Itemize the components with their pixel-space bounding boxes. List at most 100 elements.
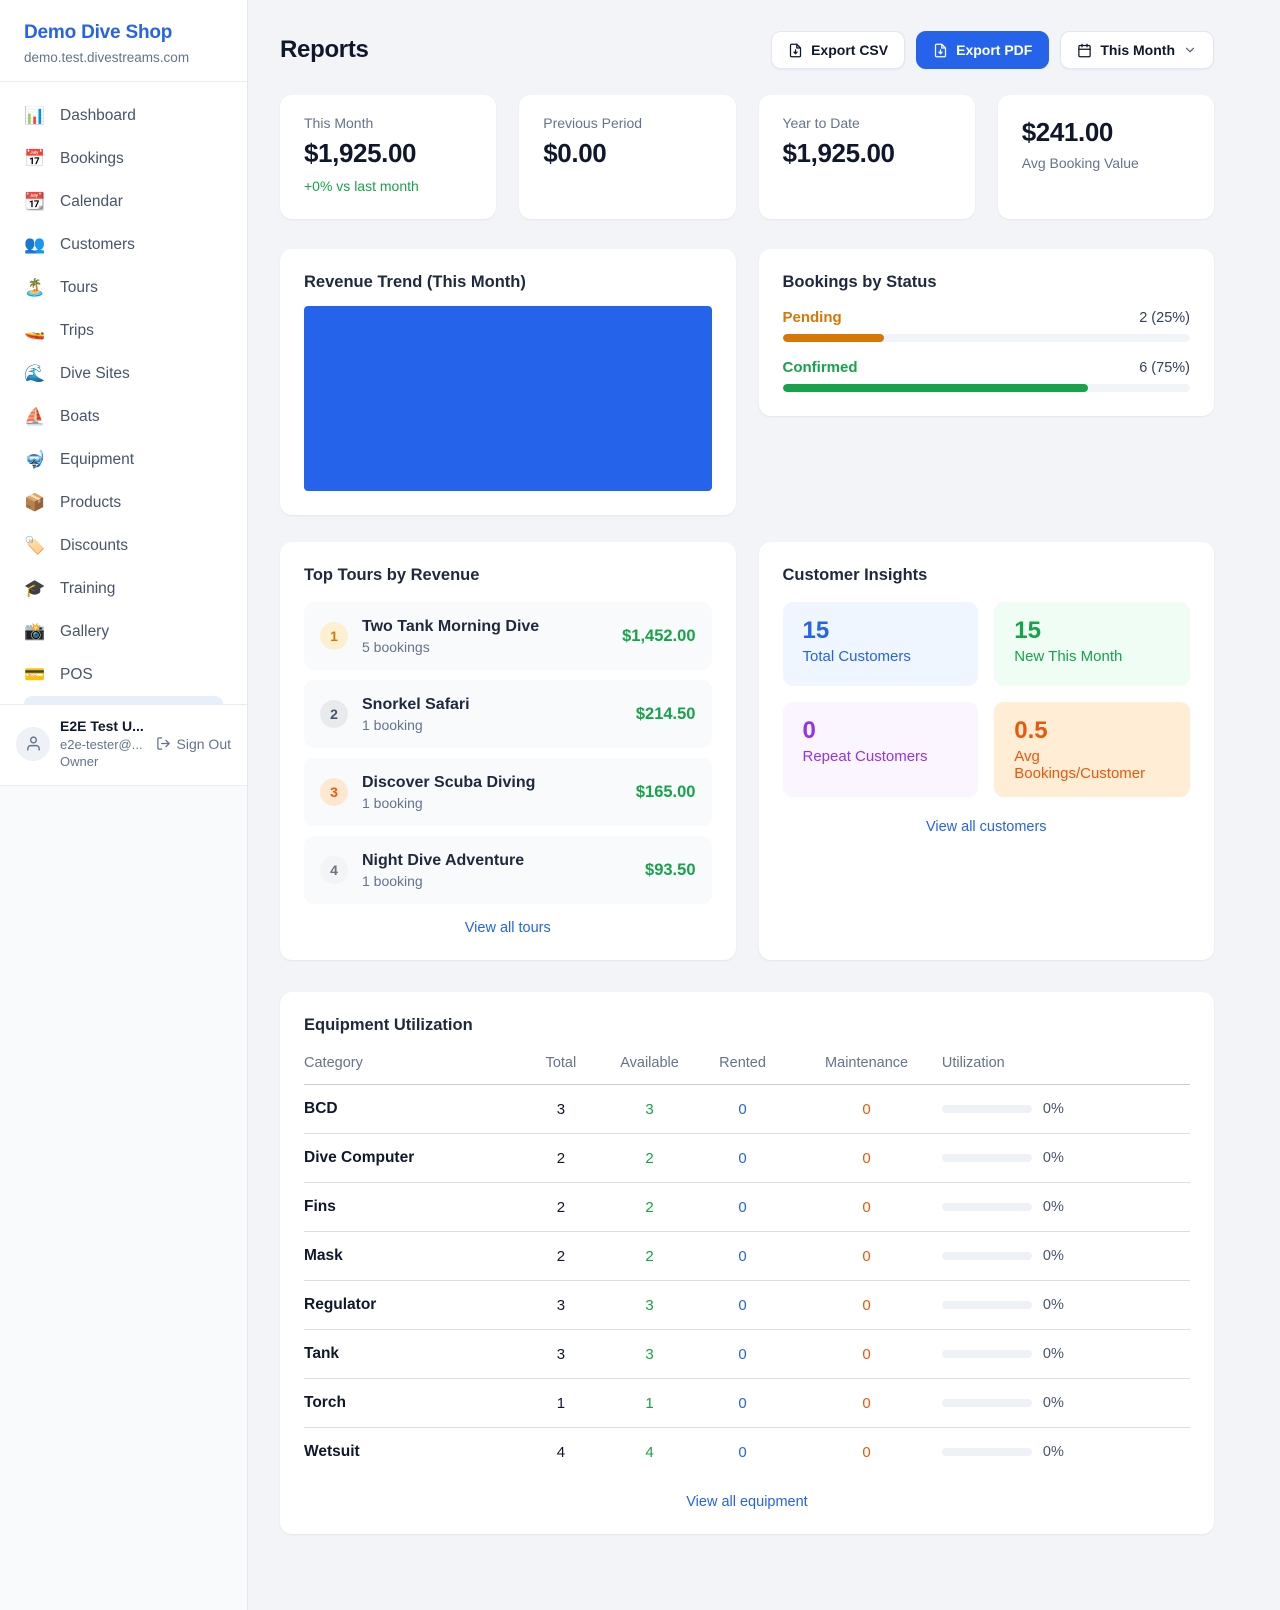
export-csv-button[interactable]: Export CSV [771, 31, 905, 69]
confirmed-bar-track [783, 384, 1191, 392]
sidebar-item-pos[interactable]: 💳 POS [16, 653, 231, 696]
stat-delta: +0% vs last month [304, 178, 472, 194]
insight-tile-repeat-customers: 0 Repeat Customers [783, 702, 979, 797]
diving-mask-icon: 🤿 [24, 451, 50, 468]
calendar-icon [1077, 43, 1092, 58]
user-name: E2E Test U... [60, 717, 144, 736]
sidebar-nav: 📊 Dashboard 📅 Bookings 📆 Calendar 👥 Cust… [0, 82, 247, 704]
sidebar-item-dashboard[interactable]: 📊 Dashboard [16, 94, 231, 137]
stat-card-this-month: This Month $1,925.00 +0% vs last month [280, 95, 496, 219]
sidebar-item-products[interactable]: 📦 Products [16, 481, 231, 524]
file-download-icon [788, 43, 803, 58]
view-all-tours-link[interactable]: View all tours [304, 920, 712, 936]
wave-icon: 🌊 [24, 365, 50, 382]
table-row: Torch 1 1 0 0 0% [304, 1379, 1190, 1428]
utilization-bar [942, 1154, 1032, 1162]
camera-icon: 📸 [24, 623, 50, 640]
tour-row: 2 Snorkel Safari 1 booking $214.50 [304, 680, 712, 748]
user-role: Owner [60, 753, 144, 771]
stat-value: $1,925.00 [783, 138, 951, 169]
tour-amount: $214.50 [636, 705, 696, 724]
sidebar-header: Demo Dive Shop demo.test.divestreams.com [0, 0, 247, 82]
sidebar-item-trips[interactable]: 🚤 Trips [16, 309, 231, 352]
main-content: Reports Export CSV Export PDF This Month… [248, 0, 1280, 1610]
column-header-total: Total [517, 1041, 606, 1085]
bar-chart-icon: 📊 [24, 107, 50, 124]
status-row-confirmed: Confirmed 6 (75%) [783, 359, 1191, 392]
user-icon [25, 735, 42, 752]
table-row: Mask 2 2 0 0 0% [304, 1232, 1190, 1281]
sidebar-item-boats[interactable]: ⛵ Boats [16, 395, 231, 438]
tour-row: 4 Night Dive Adventure 1 booking $93.50 [304, 836, 712, 904]
shop-domain: demo.test.divestreams.com [24, 50, 223, 65]
equipment-table: Category Total Available Rented Maintena… [304, 1041, 1190, 1476]
status-count: 6 (75%) [1139, 360, 1190, 376]
avatar [16, 727, 50, 761]
package-icon: 📦 [24, 494, 50, 511]
period-dropdown[interactable]: This Month [1060, 31, 1214, 69]
table-row: Regulator 3 3 0 0 0% [304, 1281, 1190, 1330]
stat-value: $1,925.00 [304, 138, 472, 169]
utilization-bar [942, 1203, 1032, 1211]
table-row: Tank 3 3 0 0 0% [304, 1330, 1190, 1379]
utilization-bar [942, 1350, 1032, 1358]
sidebar-item-equipment[interactable]: 🤿 Equipment [16, 438, 231, 481]
tag-icon: 🏷️ [24, 537, 50, 554]
table-row: BCD 3 3 0 0 0% [304, 1085, 1190, 1134]
status-row-pending: Pending 2 (25%) [783, 309, 1191, 342]
user-email: e2e-tester@... [60, 736, 144, 754]
calendar-icon: 📆 [24, 193, 50, 210]
sign-out-button[interactable]: Sign Out [156, 736, 231, 752]
sidebar-item-gallery[interactable]: 📸 Gallery [16, 610, 231, 653]
sidebar-user-footer: E2E Test U... e2e-tester@... Owner Sign … [0, 704, 247, 785]
rank-badge: 1 [320, 622, 348, 650]
status-count: 2 (25%) [1139, 310, 1190, 326]
insight-tile-new-this-month: 15 New This Month [994, 602, 1190, 686]
sidebar-item-training[interactable]: 🎓 Training [16, 567, 231, 610]
sidebar-item-tours[interactable]: 🏝️ Tours [16, 266, 231, 309]
graduation-cap-icon: 🎓 [24, 580, 50, 597]
sidebar-item-bookings[interactable]: 📅 Bookings [16, 137, 231, 180]
revenue-trend-title: Revenue Trend (This Month) [304, 273, 712, 292]
logout-icon [156, 736, 171, 751]
sidebar-item-customers[interactable]: 👥 Customers [16, 223, 231, 266]
bookings-by-status-card: Bookings by Status Pending 2 (25%) Confi… [759, 249, 1215, 416]
file-download-icon [933, 43, 948, 58]
chevron-down-icon [1183, 43, 1197, 57]
island-icon: 🏝️ [24, 279, 50, 296]
revenue-trend-card: Revenue Trend (This Month) [280, 249, 736, 515]
sidebar-item-reports-partial[interactable] [24, 696, 223, 704]
utilization-bar [942, 1399, 1032, 1407]
tour-amount: $1,452.00 [622, 627, 695, 646]
page-title: Reports [280, 36, 369, 64]
column-header-category: Category [304, 1041, 517, 1085]
sidebar-item-calendar[interactable]: 📆 Calendar [16, 180, 231, 223]
table-row: Wetsuit 4 4 0 0 0% [304, 1428, 1190, 1477]
sidebar-item-dive-sites[interactable]: 🌊 Dive Sites [16, 352, 231, 395]
stat-card-avg-booking-value: $241.00 Avg Booking Value [998, 95, 1214, 219]
export-pdf-button[interactable]: Export PDF [916, 31, 1049, 69]
shop-name: Demo Dive Shop [24, 22, 223, 44]
bookings-by-status-title: Bookings by Status [783, 273, 1191, 292]
calendar-date-icon: 📅 [24, 150, 50, 167]
column-header-rented: Rented [694, 1041, 791, 1085]
view-all-equipment-link[interactable]: View all equipment [304, 1482, 1190, 1520]
tour-row: 1 Two Tank Morning Dive 5 bookings $1,45… [304, 602, 712, 670]
customer-insights-card: Customer Insights 15 Total Customers 15 … [759, 542, 1215, 960]
revenue-trend-chart [304, 306, 712, 491]
stat-value: $241.00 [1022, 117, 1190, 148]
view-all-customers-link[interactable]: View all customers [783, 819, 1191, 835]
tour-amount: $93.50 [645, 861, 695, 880]
column-header-maintenance: Maintenance [791, 1041, 942, 1085]
equipment-utilization-title: Equipment Utilization [304, 1016, 1190, 1035]
stat-card-year-to-date: Year to Date $1,925.00 [759, 95, 975, 219]
insight-tile-avg-bookings: 0.5 Avg Bookings/Customer [994, 702, 1190, 797]
table-row: Fins 2 2 0 0 0% [304, 1183, 1190, 1232]
top-tours-title: Top Tours by Revenue [304, 566, 712, 585]
equipment-utilization-card: Equipment Utilization Category Total Ava… [280, 992, 1214, 1534]
sidebar-item-discounts[interactable]: 🏷️ Discounts [16, 524, 231, 567]
rank-badge: 4 [320, 856, 348, 884]
rank-badge: 2 [320, 700, 348, 728]
pending-bar-track [783, 334, 1191, 342]
stat-card-previous-period: Previous Period $0.00 [519, 95, 735, 219]
